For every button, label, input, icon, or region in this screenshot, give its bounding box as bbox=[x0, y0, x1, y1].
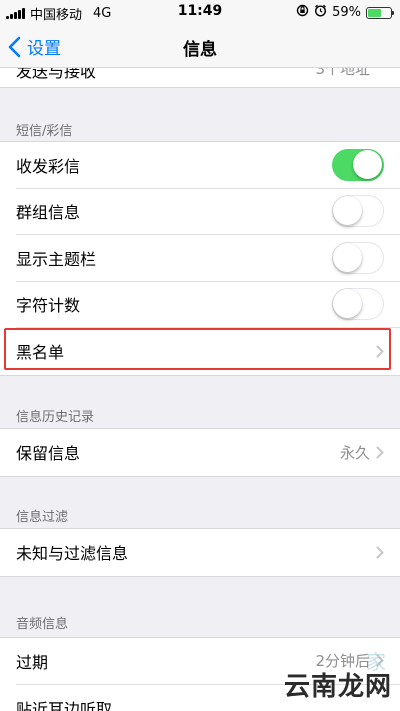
group-messaging-row: 群组信息 bbox=[16, 189, 400, 235]
battery-fill bbox=[368, 8, 381, 17]
chevron-right-icon bbox=[376, 345, 384, 358]
battery-icon bbox=[366, 6, 394, 19]
battery-percent: 59% bbox=[332, 5, 361, 20]
chevron-right-icon bbox=[376, 446, 384, 459]
raise-to-listen-label: 贴近耳边听取 bbox=[16, 699, 113, 711]
toggle-knob bbox=[333, 196, 362, 226]
mms-toggle[interactable] bbox=[332, 148, 384, 181]
section-header-audio: 音频信息 bbox=[16, 617, 69, 632]
status-right: 59% bbox=[296, 4, 394, 21]
alarm-icon bbox=[314, 4, 327, 21]
status-bar: 中国移动 4G 11:49 59% bbox=[0, 0, 400, 24]
chevron-right-icon bbox=[376, 546, 384, 559]
keep-messages-value: 永久 bbox=[339, 443, 370, 462]
section-header-filter: 信息过滤 bbox=[16, 510, 69, 525]
expire-label: 过期 bbox=[16, 652, 49, 672]
mms-row: 收发彩信 bbox=[16, 142, 400, 189]
keep-messages-label: 保留信息 bbox=[16, 444, 81, 464]
blocked-label: 黑名单 bbox=[16, 343, 65, 363]
section-header-sms: 短信/彩信 bbox=[16, 124, 73, 139]
group-messaging-toggle[interactable] bbox=[332, 195, 384, 228]
toggle-knob bbox=[333, 242, 362, 272]
page-title: 信息 bbox=[183, 40, 217, 60]
unknown-filter-label: 未知与过滤信息 bbox=[16, 544, 129, 564]
toggle-knob bbox=[353, 149, 382, 179]
sms-mms-group: 收发彩信 群组信息 显示主题栏 字符计数 黑名单 bbox=[0, 141, 400, 376]
orientation-lock-icon bbox=[296, 4, 309, 21]
keep-messages-row[interactable]: 保留信息 永久 bbox=[16, 429, 400, 476]
toggle-knob bbox=[333, 289, 362, 319]
character-count-label: 字符计数 bbox=[16, 296, 81, 316]
blocked-row[interactable]: 黑名单 bbox=[16, 328, 400, 375]
show-subject-row: 显示主题栏 bbox=[16, 235, 400, 282]
group-messaging-label: 群组信息 bbox=[16, 203, 81, 223]
show-subject-toggle[interactable] bbox=[332, 241, 384, 274]
history-group: 保留信息 永久 bbox=[0, 428, 400, 477]
watermark-logo: 云南龙网 bbox=[283, 672, 392, 702]
show-subject-label: 显示主题栏 bbox=[16, 249, 97, 269]
mms-label: 收发彩信 bbox=[16, 156, 81, 176]
section-header-history: 信息历史记录 bbox=[16, 410, 95, 425]
unknown-filter-row[interactable]: 未知与过滤信息 bbox=[16, 529, 400, 576]
filter-group: 未知与过滤信息 bbox=[0, 528, 400, 577]
character-count-row: 字符计数 bbox=[16, 282, 400, 328]
character-count-toggle[interactable] bbox=[332, 288, 384, 321]
navigation-bar: 设置 信息 bbox=[0, 24, 400, 68]
